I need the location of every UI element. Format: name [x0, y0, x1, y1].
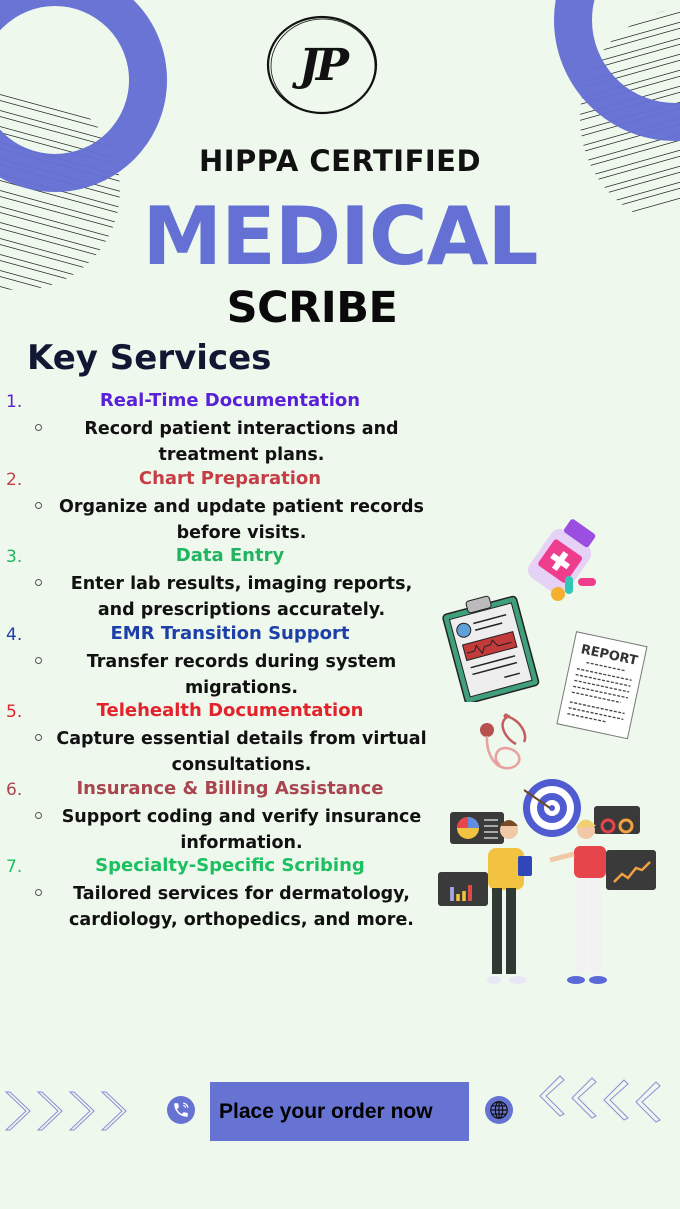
service-description: Support coding and verify insurance info… [0, 804, 440, 856]
jp-logo: JP [265, 14, 379, 116]
service-title: Data Entry [175, 545, 285, 566]
service-title: Real-Time Documentation [99, 390, 361, 411]
service-description-text: Record patient interactions and treatmen… [84, 419, 399, 465]
chevrons-right-decor [4, 1091, 127, 1131]
service-description: Capture essential details from virtual c… [0, 726, 440, 778]
service-heading: 3. Data Entry [0, 545, 440, 571]
business-team-illustration [438, 779, 656, 984]
header-subtitle: HIPPA CERTIFIED [198, 144, 482, 178]
hollow-bullet-icon [35, 424, 42, 431]
service-item: 7. Specialty-Specific Scribing Tailored se… [0, 855, 440, 933]
services-list: 1. Real-Time Documentation Record patient … [0, 390, 440, 933]
service-heading: 1. Real-Time Documentation [0, 390, 440, 416]
service-title: Telehealth Documentation [96, 700, 364, 721]
pill-bottle-illustration [528, 519, 596, 601]
clipboard-illustration [442, 595, 540, 702]
service-heading: 7. Specialty-Specific Scribing [0, 855, 440, 881]
service-heading: 5. Telehealth Documentation [0, 700, 440, 726]
service-item: 1. Real-Time Documentation Record patient … [0, 390, 440, 468]
header-title-secondary: SCRIBE [226, 283, 398, 333]
section-title: Key Services [27, 338, 272, 378]
service-description-text: Organize and update patient records befo… [59, 496, 424, 543]
hollow-bullet-icon [35, 656, 42, 664]
service-description-text: Support coding and verify insurance info… [61, 806, 422, 853]
service-description-text: Tailored services for dermatology, cardi… [69, 884, 414, 930]
hollow-bullet-icon [35, 579, 42, 586]
service-description-text: Enter lab results, imaging reports, and … [70, 574, 413, 620]
service-title: Insurance & Billing Assistance [76, 777, 384, 799]
hollow-bullet-icon [35, 734, 42, 741]
service-description: Enter lab results, imaging reports, and … [0, 571, 440, 623]
service-heading: 6. Insurance & Billing Assistance [0, 778, 440, 804]
service-title: Specialty-Specific Scribing [95, 855, 365, 876]
phone-glyph-icon [174, 1102, 189, 1117]
report-document-illustration: REPORT [556, 631, 648, 740]
service-description: Organize and update patient records befo… [0, 494, 440, 546]
logo-initials: JP [299, 39, 349, 91]
hollow-bullet-icon [35, 501, 42, 509]
service-description: Tailored services for dermatology, cardi… [0, 881, 440, 933]
service-heading: 4. EMR Transition Support [0, 623, 440, 649]
report-label: REPORT [579, 642, 639, 669]
service-item: 4. EMR Transition Support Transfer records… [0, 623, 440, 701]
place-order-button[interactable]: Place your order now [210, 1082, 469, 1141]
service-description: Transfer records during system migration… [0, 649, 440, 701]
service-heading: 2. Chart Preparation [0, 468, 440, 494]
service-description-text: Transfer records during system migration… [86, 651, 397, 698]
hollow-bullet-icon [35, 889, 42, 896]
service-description: Record patient interactions and treatmen… [0, 416, 440, 468]
stethoscope-illustration [480, 713, 527, 770]
chevrons-left-decor [539, 1075, 661, 1123]
service-item: 6. Insurance & Billing Assistance Support … [0, 778, 440, 856]
service-title: Chart Preparation [138, 467, 322, 489]
service-title: EMR Transition Support [110, 622, 350, 644]
hollow-bullet-icon [35, 811, 42, 819]
service-description-text: Capture essential details from virtual c… [56, 729, 427, 775]
globe-icon[interactable] [485, 1096, 513, 1124]
header-title: MEDICAL [142, 190, 538, 283]
phone-icon[interactable] [167, 1096, 195, 1124]
service-item: 3. Data Entry Enter lab results, imaging r… [0, 545, 440, 623]
service-item: 2. Chart Preparation Organize and update p… [0, 468, 440, 546]
globe-glyph-icon [490, 1101, 508, 1119]
service-item: 5. Telehealth Documentation Capture essent… [0, 700, 440, 778]
